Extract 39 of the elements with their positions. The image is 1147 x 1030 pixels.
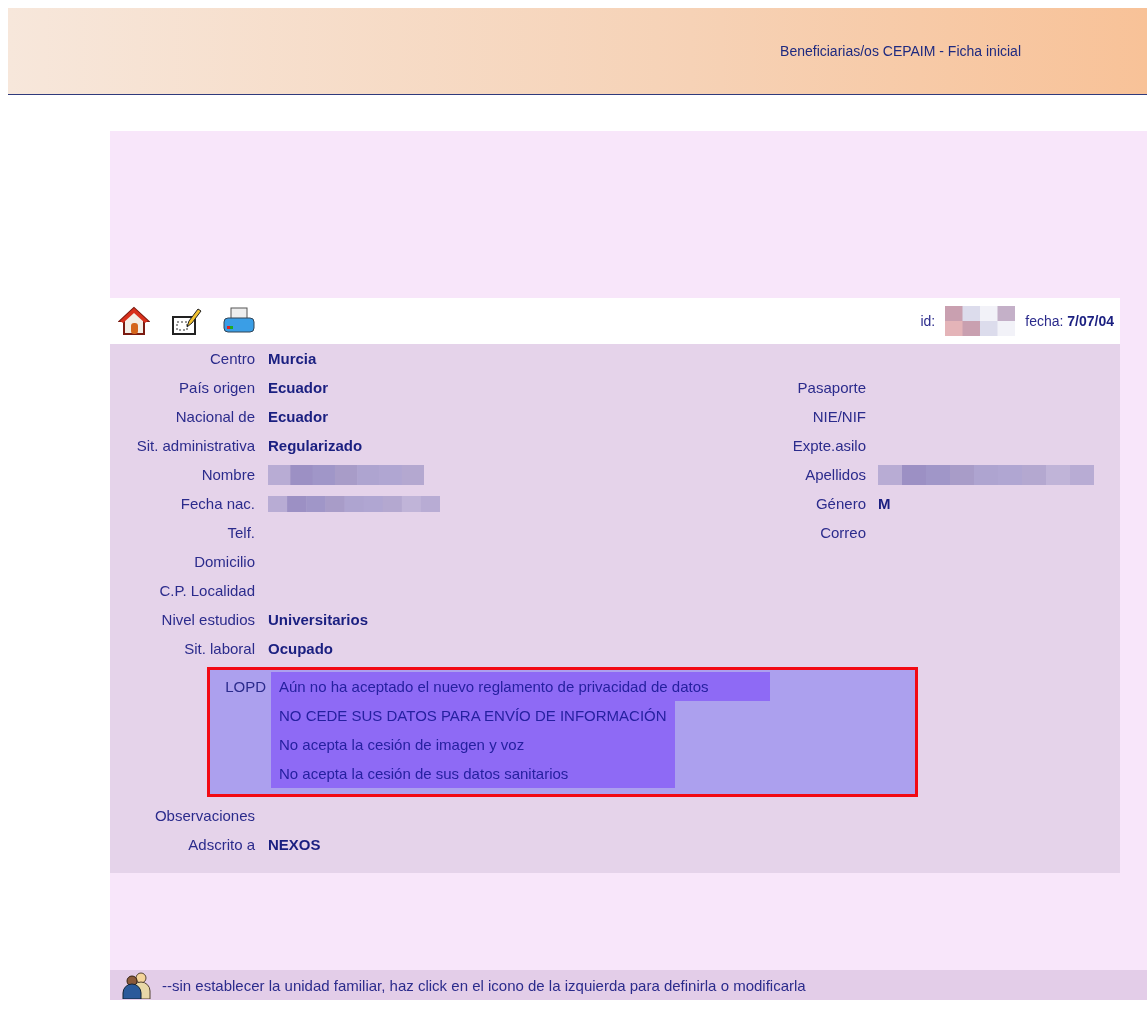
field-label: LOPD <box>225 678 266 695</box>
field-label: Adscrito a <box>188 836 255 853</box>
field-value: M <box>878 495 891 512</box>
field-label: NIE/NIF <box>812 408 866 425</box>
field-label: Género <box>815 495 866 512</box>
field-label: Nacional de <box>175 408 255 425</box>
privacy-notice: Aún no ha aceptado el nuevo reglamento de privacidad de datos <box>271 672 771 701</box>
privacy-notice: NO CEDE SUS DATOS PARA ENVÍO DE INFORMACIÓN <box>271 701 675 730</box>
field-label: Correo <box>820 524 866 541</box>
field-label: Centro <box>209 350 255 367</box>
id-label: id: <box>920 313 936 329</box>
page-title: Beneficiarias/os CEPAIM - Ficha inicial <box>780 43 1021 59</box>
field-label: Telf. <box>227 524 255 541</box>
field-value: Murcia <box>268 350 317 367</box>
field-label: Nivel estudios <box>161 611 255 628</box>
field-label: Sit. laboral <box>184 640 255 657</box>
record-date: fecha: 7/07/04 <box>1025 313 1114 329</box>
field-value: Universitarios <box>268 611 369 628</box>
field-value: NEXOS <box>268 836 321 853</box>
field-value: Ecuador <box>268 379 328 396</box>
field-label: Fecha nac. <box>180 495 255 512</box>
printer-icon[interactable] <box>222 306 256 336</box>
field-label: C.P. Localidad <box>159 582 255 599</box>
field-label: Nombre <box>201 466 255 483</box>
field-label: Sit. administrativa <box>136 437 255 454</box>
field-value: Regularizado <box>268 437 363 454</box>
field-value: Ecuador <box>268 408 328 425</box>
field-label: Apellidos <box>805 466 866 483</box>
home-icon[interactable] <box>118 305 150 337</box>
field-label: Pasaporte <box>797 379 866 396</box>
family-icon[interactable] <box>122 971 152 999</box>
field-value: Ocupado <box>268 640 333 657</box>
footer-note: --sin establecer la unidad familiar, haz click en el icono de la izquierda para definirla o modificarla <box>162 976 806 994</box>
privacy-notice: No acepta la cesión de sus datos sanitarios <box>271 759 675 788</box>
field-label: País origen <box>179 379 255 396</box>
privacy-notice: No acepta la cesión de imagen y voz <box>271 730 675 759</box>
field-label: Domicilio <box>194 553 255 570</box>
field-label: Observaciones <box>154 807 255 824</box>
field-label: Expte.asilo <box>792 437 866 454</box>
